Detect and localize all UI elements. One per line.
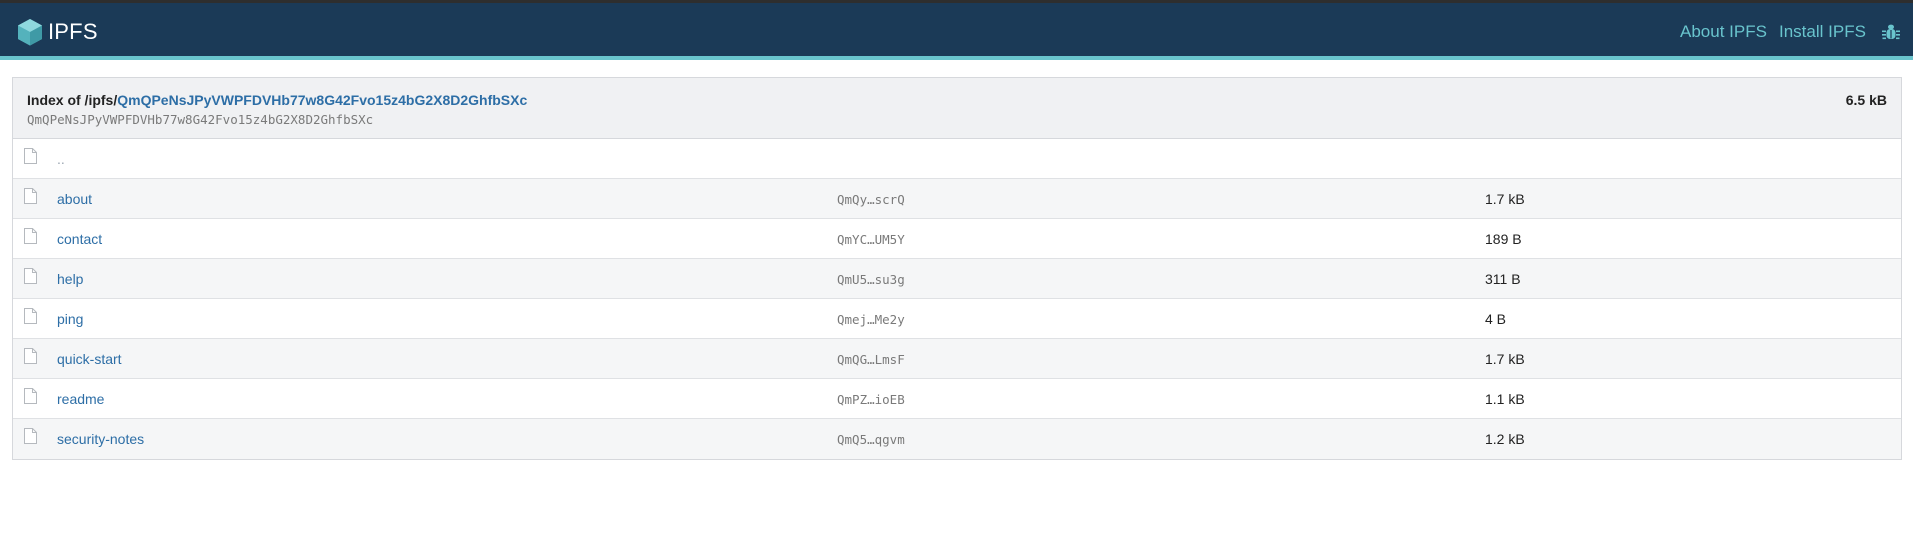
file-size: 4 B bbox=[1485, 311, 1507, 327]
file-icon bbox=[24, 308, 37, 324]
file-name-link[interactable]: security-notes bbox=[57, 431, 144, 447]
nav-about-link[interactable]: About IPFS bbox=[1680, 22, 1767, 42]
file-icon bbox=[24, 348, 37, 364]
file-hash-link[interactable]: QmPZ…ioEB bbox=[837, 392, 905, 407]
parent-directory-link[interactable]: .. bbox=[57, 151, 65, 167]
root-hash-text: QmQPeNsJPyVWPFDVHb77w8G42Fvo15z4bG2X8D2G… bbox=[27, 112, 374, 127]
table-row: ping Qmej…Me2y 4 B bbox=[13, 299, 1901, 339]
file-hash-link[interactable]: Qmej…Me2y bbox=[837, 312, 905, 327]
file-size: 1.2 kB bbox=[1485, 431, 1525, 447]
table-row: security-notes QmQ5…qgvm 1.2 kB bbox=[13, 419, 1901, 459]
file-name-link[interactable]: contact bbox=[57, 231, 102, 247]
file-name-link[interactable]: help bbox=[57, 271, 83, 287]
root-hash-link[interactable]: QmQPeNsJPyVWPFDVHb77w8G42Fvo15z4bG2X8D2G… bbox=[117, 92, 527, 108]
table-row: help QmU5…su3g 311 B bbox=[13, 259, 1901, 299]
file-hash-link[interactable]: QmQ5…qgvm bbox=[837, 432, 905, 447]
directory-listing: Index of /ipfs/QmQPeNsJPyVWPFDVHb77w8G42… bbox=[12, 77, 1902, 460]
file-size: 189 B bbox=[1485, 231, 1522, 247]
file-icon bbox=[24, 148, 37, 164]
file-name-link[interactable]: readme bbox=[57, 391, 104, 407]
index-title: Index of /ipfs/QmQPeNsJPyVWPFDVHb77w8G42… bbox=[27, 92, 527, 108]
brand-name[interactable]: IPFS bbox=[48, 19, 98, 45]
file-size: 1.7 kB bbox=[1485, 351, 1525, 367]
file-hash-link[interactable]: QmQG…LmsF bbox=[837, 352, 905, 367]
file-icon bbox=[24, 388, 37, 404]
file-size: 1.7 kB bbox=[1485, 191, 1525, 207]
bug-icon[interactable] bbox=[1881, 22, 1901, 42]
file-name-link[interactable]: about bbox=[57, 191, 92, 207]
file-icon bbox=[24, 228, 37, 244]
total-size: 6.5 kB bbox=[1845, 92, 1887, 108]
table-row: about QmQy…scrQ 1.7 kB bbox=[13, 179, 1901, 219]
file-hash-link[interactable]: QmQy…scrQ bbox=[837, 192, 905, 207]
index-title-prefix: Index of /ipfs/ bbox=[27, 92, 118, 108]
file-name-link[interactable]: ping bbox=[57, 311, 83, 327]
table-row: readme QmPZ…ioEB 1.1 kB bbox=[13, 379, 1901, 419]
file-name-link[interactable]: quick-start bbox=[57, 351, 122, 367]
ipfs-logo-icon[interactable] bbox=[17, 18, 43, 46]
table-row: contact QmYC…UM5Y 189 B bbox=[13, 219, 1901, 259]
listing-header: Index of /ipfs/QmQPeNsJPyVWPFDVHb77w8G42… bbox=[13, 78, 1901, 139]
file-icon bbox=[24, 268, 37, 284]
nav-install-link[interactable]: Install IPFS bbox=[1779, 22, 1866, 42]
top-header: IPFS About IPFS Install IPFS bbox=[0, 0, 1913, 60]
table-row: quick-start QmQG…LmsF 1.7 kB bbox=[13, 339, 1901, 379]
file-icon bbox=[24, 188, 37, 204]
file-size: 311 B bbox=[1485, 271, 1521, 287]
file-size: 1.1 kB bbox=[1485, 391, 1525, 407]
file-hash-link[interactable]: QmYC…UM5Y bbox=[837, 232, 905, 247]
parent-directory-row[interactable]: .. bbox=[13, 139, 1901, 179]
file-icon bbox=[24, 428, 37, 444]
file-hash-link[interactable]: QmU5…su3g bbox=[837, 272, 905, 287]
